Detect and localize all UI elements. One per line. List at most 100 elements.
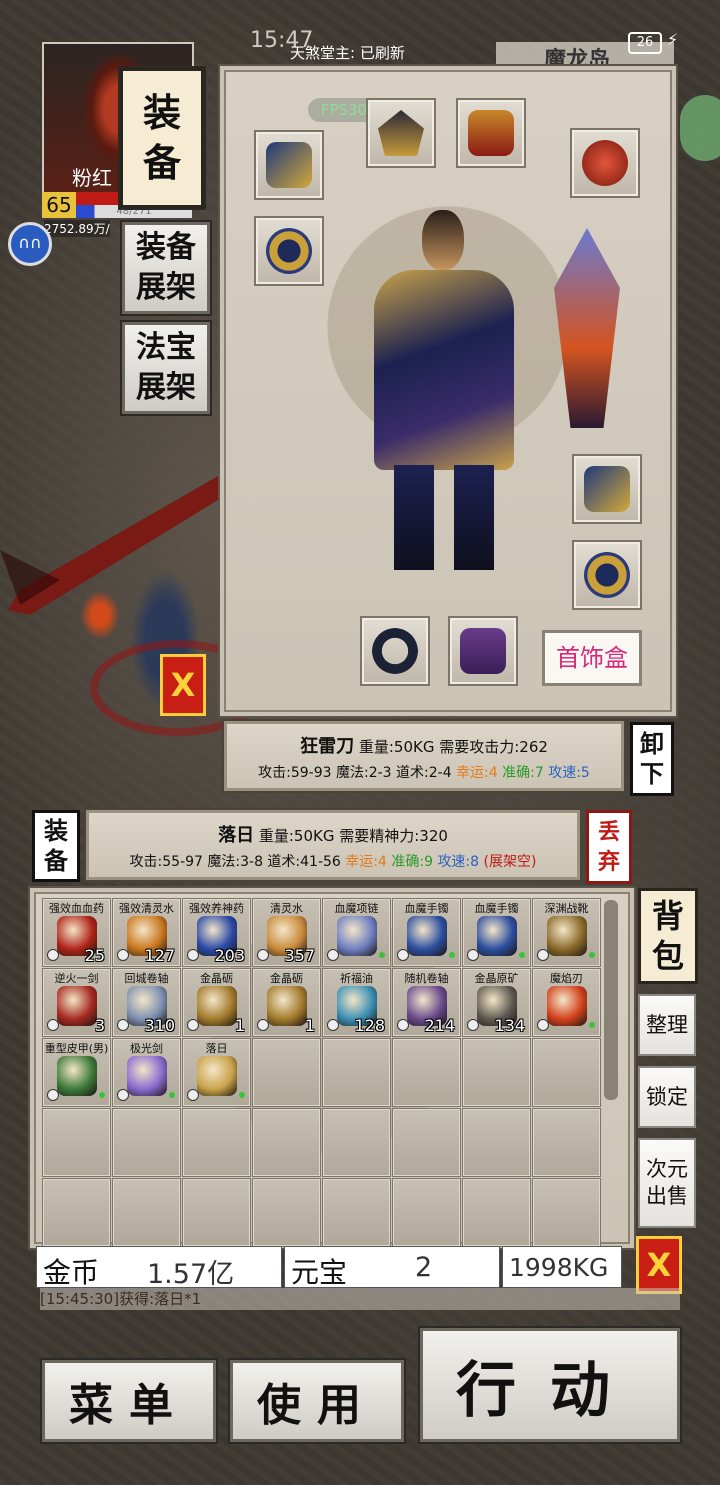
charging-icon: ⚡: [667, 30, 679, 49]
ingot-field: 元宝 2: [284, 1246, 500, 1289]
bag-item-count: 3: [94, 1016, 105, 1035]
bind-lock-icon: [327, 949, 339, 961]
bag-item[interactable]: 强效清灵水 127: [112, 898, 181, 967]
bag-empty-slot[interactable]: [112, 1108, 181, 1177]
slot-medal[interactable]: [570, 128, 640, 198]
tab-equip-shelf-label: 装备展架: [136, 230, 196, 305]
unequip-button[interactable]: 卸下: [630, 722, 674, 796]
bag-empty-slot[interactable]: [322, 1178, 391, 1247]
assistant-float-icon[interactable]: ∩∩: [8, 222, 52, 266]
dimension-sell-label: 次元出售: [646, 1157, 688, 1208]
bind-lock-icon: [47, 949, 59, 961]
bag-empty-slot[interactable]: [182, 1178, 251, 1247]
slot-ring-right[interactable]: [572, 540, 642, 610]
slot-necklace[interactable]: [456, 98, 526, 168]
ore-icon: [267, 986, 307, 1026]
dimension-sell-button[interactable]: 次元出售: [638, 1138, 696, 1228]
bag-empty-slot[interactable]: [392, 1178, 461, 1247]
player-name: 粉红: [72, 166, 112, 190]
bag-item[interactable]: 强效养神药 203: [182, 898, 251, 967]
equipped-item-luck: 幸运:4: [456, 765, 498, 781]
tab-equip-label: 装备: [142, 90, 181, 185]
slot-ring-left[interactable]: [254, 216, 324, 286]
bag-item[interactable]: 祈福油 128: [322, 968, 391, 1037]
weapon-slot[interactable]: [554, 228, 620, 428]
bag-item[interactable]: 强效血血药 25: [42, 898, 111, 967]
slot-helmet[interactable]: [366, 98, 436, 168]
discard-button[interactable]: 丢弃: [586, 810, 632, 884]
bag-empty-slot[interactable]: [252, 1178, 321, 1247]
bind-lock-icon: [257, 1019, 269, 1031]
bag-empty-slot[interactable]: [532, 1108, 601, 1177]
bracelet-icon: [407, 916, 447, 956]
bag-item[interactable]: 逆火一剑 3: [42, 968, 111, 1037]
action-button[interactable]: 行动: [420, 1328, 680, 1442]
bind-lock-icon: [47, 1019, 59, 1031]
menu-button[interactable]: 菜单: [42, 1360, 216, 1442]
bag-item[interactable]: 金晶原矿 134: [462, 968, 531, 1037]
bag-item[interactable]: 清灵水 357: [252, 898, 321, 967]
character-leg-left: [394, 465, 434, 570]
bag-empty-slot[interactable]: [462, 1178, 531, 1247]
equipped-item-stats: 攻击:59-93 魔法:2-3 道术:2-4: [258, 765, 457, 781]
bag-item[interactable]: 血魔手镯: [462, 898, 531, 967]
bag-item-count: 203: [214, 946, 245, 965]
bag-empty-slot[interactable]: [462, 1108, 531, 1177]
bracelet-icon: [584, 466, 630, 512]
bag-item-name: 重型皮甲(男): [44, 1042, 109, 1055]
tab-equip[interactable]: 装备: [120, 68, 204, 208]
tab-equip-shelf[interactable]: 装备展架: [122, 222, 210, 314]
bag-item[interactable]: 落日: [182, 1038, 251, 1107]
bag-item[interactable]: 极光剑: [112, 1038, 181, 1107]
bag-item-name: 清灵水: [270, 902, 303, 915]
bag-empty-slot[interactable]: [252, 1038, 321, 1107]
bag-item[interactable]: 随机卷轴 214: [392, 968, 461, 1037]
bag-scrollbar[interactable]: [604, 900, 618, 1100]
tab-treasure-shelf[interactable]: 法宝展架: [122, 322, 210, 414]
bag-empty-slot[interactable]: [532, 1038, 601, 1107]
jewelry-box-button[interactable]: 首饰盒: [542, 630, 642, 686]
quality-dot-icon: [589, 952, 595, 958]
equipped-item-info: 狂雷刀 重量:50KG 需要攻击力:262 攻击:59-93 魔法:2-3 道术…: [224, 721, 624, 791]
bag-empty-slot[interactable]: [392, 1038, 461, 1107]
lock-button[interactable]: 锁定: [638, 1066, 696, 1128]
necklace-icon: [468, 110, 514, 156]
quality-dot-icon: [99, 1092, 105, 1098]
bind-lock-icon: [187, 1019, 199, 1031]
close-equipment-button[interactable]: X: [160, 654, 206, 716]
slot-belt[interactable]: [360, 616, 430, 686]
bag-empty-slot[interactable]: [462, 1038, 531, 1107]
player-level: 65: [42, 192, 76, 218]
ingot-value: 2: [415, 1252, 433, 1283]
bag-item-name: 随机卷轴: [404, 972, 449, 985]
bag-empty-slot[interactable]: [532, 1178, 601, 1247]
bag-item[interactable]: 血魔项链: [322, 898, 391, 967]
bag-empty-slot[interactable]: [42, 1108, 111, 1177]
chat-bubble-icon[interactable]: [680, 95, 720, 161]
bag-item[interactable]: 回城卷轴 310: [112, 968, 181, 1037]
slot-bracelet-left[interactable]: [254, 130, 324, 200]
equip-action-button[interactable]: 装备: [32, 810, 80, 882]
close-bag-button[interactable]: X: [636, 1236, 682, 1294]
slot-bracelet-right[interactable]: [572, 454, 642, 524]
bag-empty-slot[interactable]: [112, 1178, 181, 1247]
slot-boots[interactable]: [448, 616, 518, 686]
sort-button[interactable]: 整理: [638, 994, 696, 1056]
bag-item-name: 强效血血药: [49, 902, 104, 915]
bag-item[interactable]: 金晶砺 1: [182, 968, 251, 1037]
weight-field: 1998KG: [502, 1246, 622, 1288]
bag-item[interactable]: 血魔手镯: [392, 898, 461, 967]
bag-item[interactable]: 重型皮甲(男): [42, 1038, 111, 1107]
bag-empty-slot[interactable]: [322, 1108, 391, 1177]
use-button[interactable]: 使用: [230, 1360, 404, 1442]
bag-empty-slot[interactable]: [182, 1108, 251, 1177]
tab-bag[interactable]: 背包: [638, 888, 698, 984]
bag-item[interactable]: 魔焰刃: [532, 968, 601, 1037]
bag-empty-slot[interactable]: [252, 1108, 321, 1177]
bag-empty-slot[interactable]: [392, 1108, 461, 1177]
bag-empty-slot[interactable]: [42, 1178, 111, 1247]
bag-item[interactable]: 深渊战靴: [532, 898, 601, 967]
bag-item-count: 214: [424, 1016, 455, 1035]
bag-empty-slot[interactable]: [322, 1038, 391, 1107]
bag-item[interactable]: 金晶砺 1: [252, 968, 321, 1037]
